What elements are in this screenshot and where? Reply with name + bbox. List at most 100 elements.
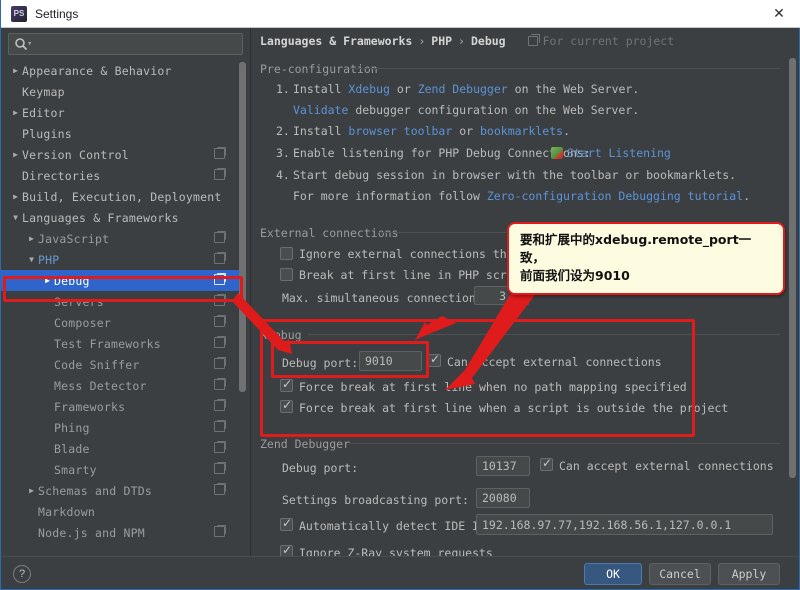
sidebar-item-keymap[interactable]: Keymap — [1, 81, 241, 102]
ignore-external-connections-label: Ignore external connections through — [299, 247, 542, 261]
start-listening-icon — [551, 147, 563, 159]
sidebar-item-frameworks[interactable]: Frameworks — [1, 396, 241, 417]
sidebar-item-editor[interactable]: ▶ Editor — [1, 102, 241, 123]
zend-ignore-zray-checkbox[interactable] — [280, 543, 293, 556]
search-box[interactable]: ▾ — [8, 33, 243, 55]
sidebar-item-test-frameworks[interactable]: Test Frameworks — [1, 333, 241, 354]
close-icon[interactable]: ✕ — [757, 0, 800, 27]
browser-toolbar-link[interactable]: browser toolbar — [348, 124, 452, 138]
sidebar-item-node-js-and-npm[interactable]: Node.js and NPM — [1, 522, 241, 543]
apply-button[interactable]: Apply — [718, 563, 780, 585]
annotation-tooltip-line-2: 前面我们设为9010 — [520, 268, 630, 284]
copy-icon[interactable] — [214, 399, 226, 411]
copy-icon[interactable] — [214, 294, 226, 306]
start-listening-link[interactable]: Start Listening — [567, 146, 671, 160]
copy-icon[interactable] — [214, 420, 226, 432]
sidebar-item-smarty[interactable]: Smarty — [1, 459, 241, 480]
step-2-number: 2. — [276, 124, 290, 138]
copy-icon[interactable] — [214, 483, 226, 495]
validate-link[interactable]: Validate — [293, 103, 348, 117]
zend-debug-port-input[interactable]: 10137 — [476, 456, 530, 476]
section-title-zend-debugger: Zend Debugger — [260, 437, 357, 451]
sidebar-item-label: Build, Execution, Deployment — [22, 189, 222, 204]
sidebar-item-directories[interactable]: Directories — [1, 165, 241, 186]
sidebar-item-label: Frameworks — [54, 399, 126, 414]
xdebug-force-break-outside-checkbox[interactable] — [280, 398, 293, 413]
zend-autodetect-ip-checkbox[interactable] — [280, 516, 293, 531]
chevron-down-icon[interactable]: ▼ — [25, 253, 38, 266]
chevron-down-icon[interactable]: ▼ — [9, 211, 22, 224]
chevron-right-icon[interactable]: ▶ — [25, 484, 38, 497]
chevron-right-icon[interactable]: ▶ — [9, 106, 22, 119]
copy-icon[interactable] — [214, 378, 226, 390]
copy-icon[interactable] — [214, 357, 226, 369]
chevron-down-icon[interactable]: ▾ — [27, 39, 32, 49]
chevron-right-icon[interactable]: ▶ — [41, 274, 54, 287]
sidebar-item-php[interactable]: ▼ PHP — [1, 249, 241, 270]
copy-icon[interactable] — [214, 462, 226, 474]
zend-autodetect-ip-input[interactable]: 192.168.97.77,192.168.56.1,127.0.0.1 — [476, 514, 773, 535]
zend-autodetect-ip-label: Automatically detect IDE IP: — [299, 519, 493, 533]
breadcrumb-part-languages[interactable]: Languages & Frameworks — [260, 34, 412, 48]
xdebug-link[interactable]: Xdebug — [348, 82, 390, 96]
copy-icon[interactable] — [214, 525, 226, 537]
step-3-number: 3. — [276, 146, 290, 160]
step-3-text: Enable listening for PHP Debug Connectio… — [293, 146, 591, 160]
copy-icon[interactable] — [214, 336, 226, 348]
breadcrumb-part-debug[interactable]: Debug — [471, 34, 506, 48]
sidebar-item-languages-frameworks[interactable]: ▼ Languages & Frameworks — [1, 207, 241, 228]
section-title-external-connections: External connections — [260, 226, 405, 240]
main-scrollbar-thumb[interactable] — [789, 58, 796, 478]
sidebar-item-servers[interactable]: Servers — [1, 291, 241, 312]
sidebar-item-label: Test Frameworks — [54, 336, 161, 351]
copy-icon[interactable] — [214, 147, 226, 159]
copy-icon[interactable] — [214, 441, 226, 453]
xdebug-force-break-nopath-checkbox[interactable] — [280, 377, 293, 392]
chevron-right-icon[interactable]: ▶ — [9, 148, 22, 161]
settings-tree: ▶ Appearance & Behavior Keymap ▶ Editor Plugi… — [1, 60, 241, 554]
breadcrumb-part-php[interactable]: PHP — [431, 34, 452, 48]
break-first-line-checkbox[interactable] — [280, 268, 293, 281]
cancel-button[interactable]: Cancel — [649, 563, 711, 585]
breadcrumb: Languages & Frameworks › PHP › Debug For… — [260, 34, 674, 48]
xdebug-debug-port-input[interactable]: 9010 — [359, 351, 422, 371]
sidebar-item-debug[interactable]: ▶ Debug — [1, 270, 241, 291]
sidebar-item-javascript[interactable]: ▶ JavaScript — [1, 228, 241, 249]
copy-icon[interactable] — [214, 252, 226, 264]
chevron-right-icon[interactable]: ▶ — [9, 64, 22, 77]
sidebar-item-schemas-and-dtds[interactable]: ▶ Schemas and DTDs — [1, 480, 241, 501]
sidebar-item-plugins[interactable]: Plugins — [1, 123, 241, 144]
copy-icon[interactable] — [214, 168, 226, 180]
sidebar-item-code-sniffer[interactable]: Code Sniffer — [1, 354, 241, 375]
copy-icon[interactable] — [214, 315, 226, 327]
bookmarklets-link[interactable]: bookmarklets — [480, 124, 563, 138]
sidebar-item-composer[interactable]: Composer — [1, 312, 241, 333]
ignore-external-connections-checkbox[interactable] — [280, 247, 293, 260]
sidebar-item-blade[interactable]: Blade — [1, 438, 241, 459]
ok-button[interactable]: OK — [584, 563, 642, 585]
sidebar-item-label: Smarty — [54, 462, 97, 477]
step-1-suffix: on the Web Server. — [514, 82, 640, 96]
zero-config-tutorial-link[interactable]: Zero-configuration Debugging tutorial — [487, 189, 743, 203]
sidebar-item-markdown[interactable]: Markdown — [1, 501, 241, 522]
help-icon[interactable]: ? — [13, 565, 31, 583]
sidebar-item-mess-detector[interactable]: Mess Detector — [1, 375, 241, 396]
copy-icon[interactable] — [214, 231, 226, 243]
zend-broadcast-input[interactable]: 20080 — [476, 488, 530, 508]
sidebar-item-build-execution-deployment[interactable]: ▶ Build, Execution, Deployment — [1, 186, 241, 207]
copy-icon[interactable] — [214, 273, 226, 285]
sidebar-item-label: Debug — [54, 273, 90, 288]
sidebar-scrollbar-thumb[interactable] — [239, 62, 246, 392]
chevron-right-icon[interactable]: ▶ — [25, 232, 38, 245]
sidebar-item-label: JavaScript — [38, 231, 110, 246]
sidebar-item-version-control[interactable]: ▶ Version Control — [1, 144, 241, 165]
annotation-tooltip: 要和扩展中的xdebug.remote_port一致， 前面我们设为9010 — [507, 222, 785, 296]
xdebug-can-accept-checkbox[interactable] — [428, 352, 441, 367]
search-input[interactable] — [34, 37, 242, 51]
sidebar-item-appearance-behavior[interactable]: ▶ Appearance & Behavior — [1, 60, 241, 81]
zend-can-accept-checkbox[interactable] — [540, 456, 553, 471]
chevron-right-icon[interactable]: ▶ — [9, 190, 22, 203]
sidebar-item-phing[interactable]: Phing — [1, 417, 241, 438]
zend-debugger-link[interactable]: Zend Debugger — [418, 82, 508, 96]
